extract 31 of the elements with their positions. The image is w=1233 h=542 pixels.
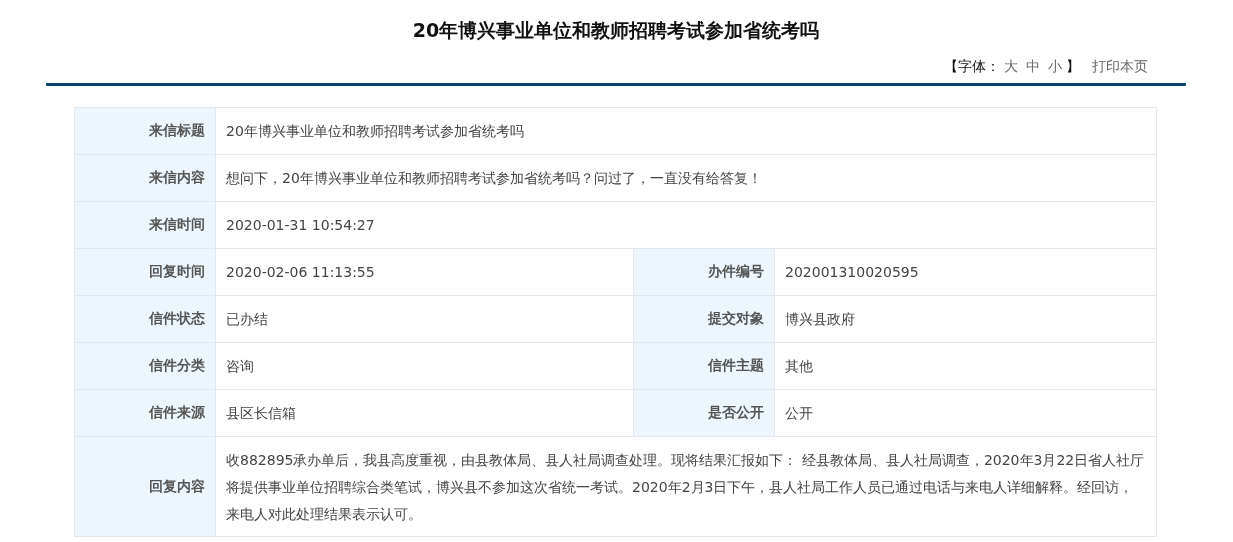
field-label: 信件来源 xyxy=(149,404,205,422)
field-label: 信件状态 xyxy=(149,310,205,328)
field-label: 信件主题 xyxy=(708,357,764,375)
field-label: 是否公开 xyxy=(708,404,764,422)
field-label: 回复内容 xyxy=(149,477,205,496)
field-label: 来信时间 xyxy=(149,216,205,234)
font-size-link[interactable]: 大 xyxy=(1004,58,1018,74)
field-label: 信件分类 xyxy=(149,357,205,375)
font-size-label: 【字体： xyxy=(944,58,1000,76)
field-value: 想问下，20年博兴事业单位和教师招聘考试参加省统考吗？问过了，一直没有给答复！ xyxy=(226,168,762,188)
field-label: 提交对象 xyxy=(708,310,764,328)
field-label: 回复时间 xyxy=(149,263,205,281)
field-value: 20年博兴事业单位和教师招聘考试参加省统考吗 xyxy=(226,121,524,141)
field-value: 县区长信箱 xyxy=(226,403,296,423)
field-label: 办件编号 xyxy=(708,263,764,281)
print-link[interactable]: 打印本页 xyxy=(1092,58,1148,76)
field-value: 收882895承办单后，我县高度重视，由县教体局、县人社局调查处理。现将结果汇报如下： 经县教体局、县人社局调查，2020年3月22日省人社厅将提供事业单位招聘综合类笔试，博兴县不参加这次省统一考试。2020年2月3日下午，县人社局工作人员已通过电话与来电人详细解释。经回访，来电人对此处理结果表示认可。 xyxy=(226,451,1146,524)
field-label: 来信内容 xyxy=(149,169,205,187)
font-size-link[interactable]: 小 xyxy=(1048,58,1062,74)
field-value: 其他 xyxy=(785,356,813,376)
field-value: 咨询 xyxy=(226,356,254,376)
field-value: 202001310020595 xyxy=(785,262,919,282)
field-value: 2020-01-31 10:54:27 xyxy=(226,215,375,235)
field-value: 博兴县政府 xyxy=(785,309,855,329)
font-size-link[interactable]: 中 xyxy=(1026,58,1040,74)
field-value: 已办结 xyxy=(226,309,268,329)
bracket-close: 】 xyxy=(1066,58,1080,76)
page-title: 20年博兴事业单位和教师招聘考试参加省统考吗 xyxy=(411,18,821,43)
field-value: 公开 xyxy=(785,403,813,423)
field-label: 来信标题 xyxy=(149,122,205,140)
field-value: 2020-02-06 11:13:55 xyxy=(226,262,375,282)
